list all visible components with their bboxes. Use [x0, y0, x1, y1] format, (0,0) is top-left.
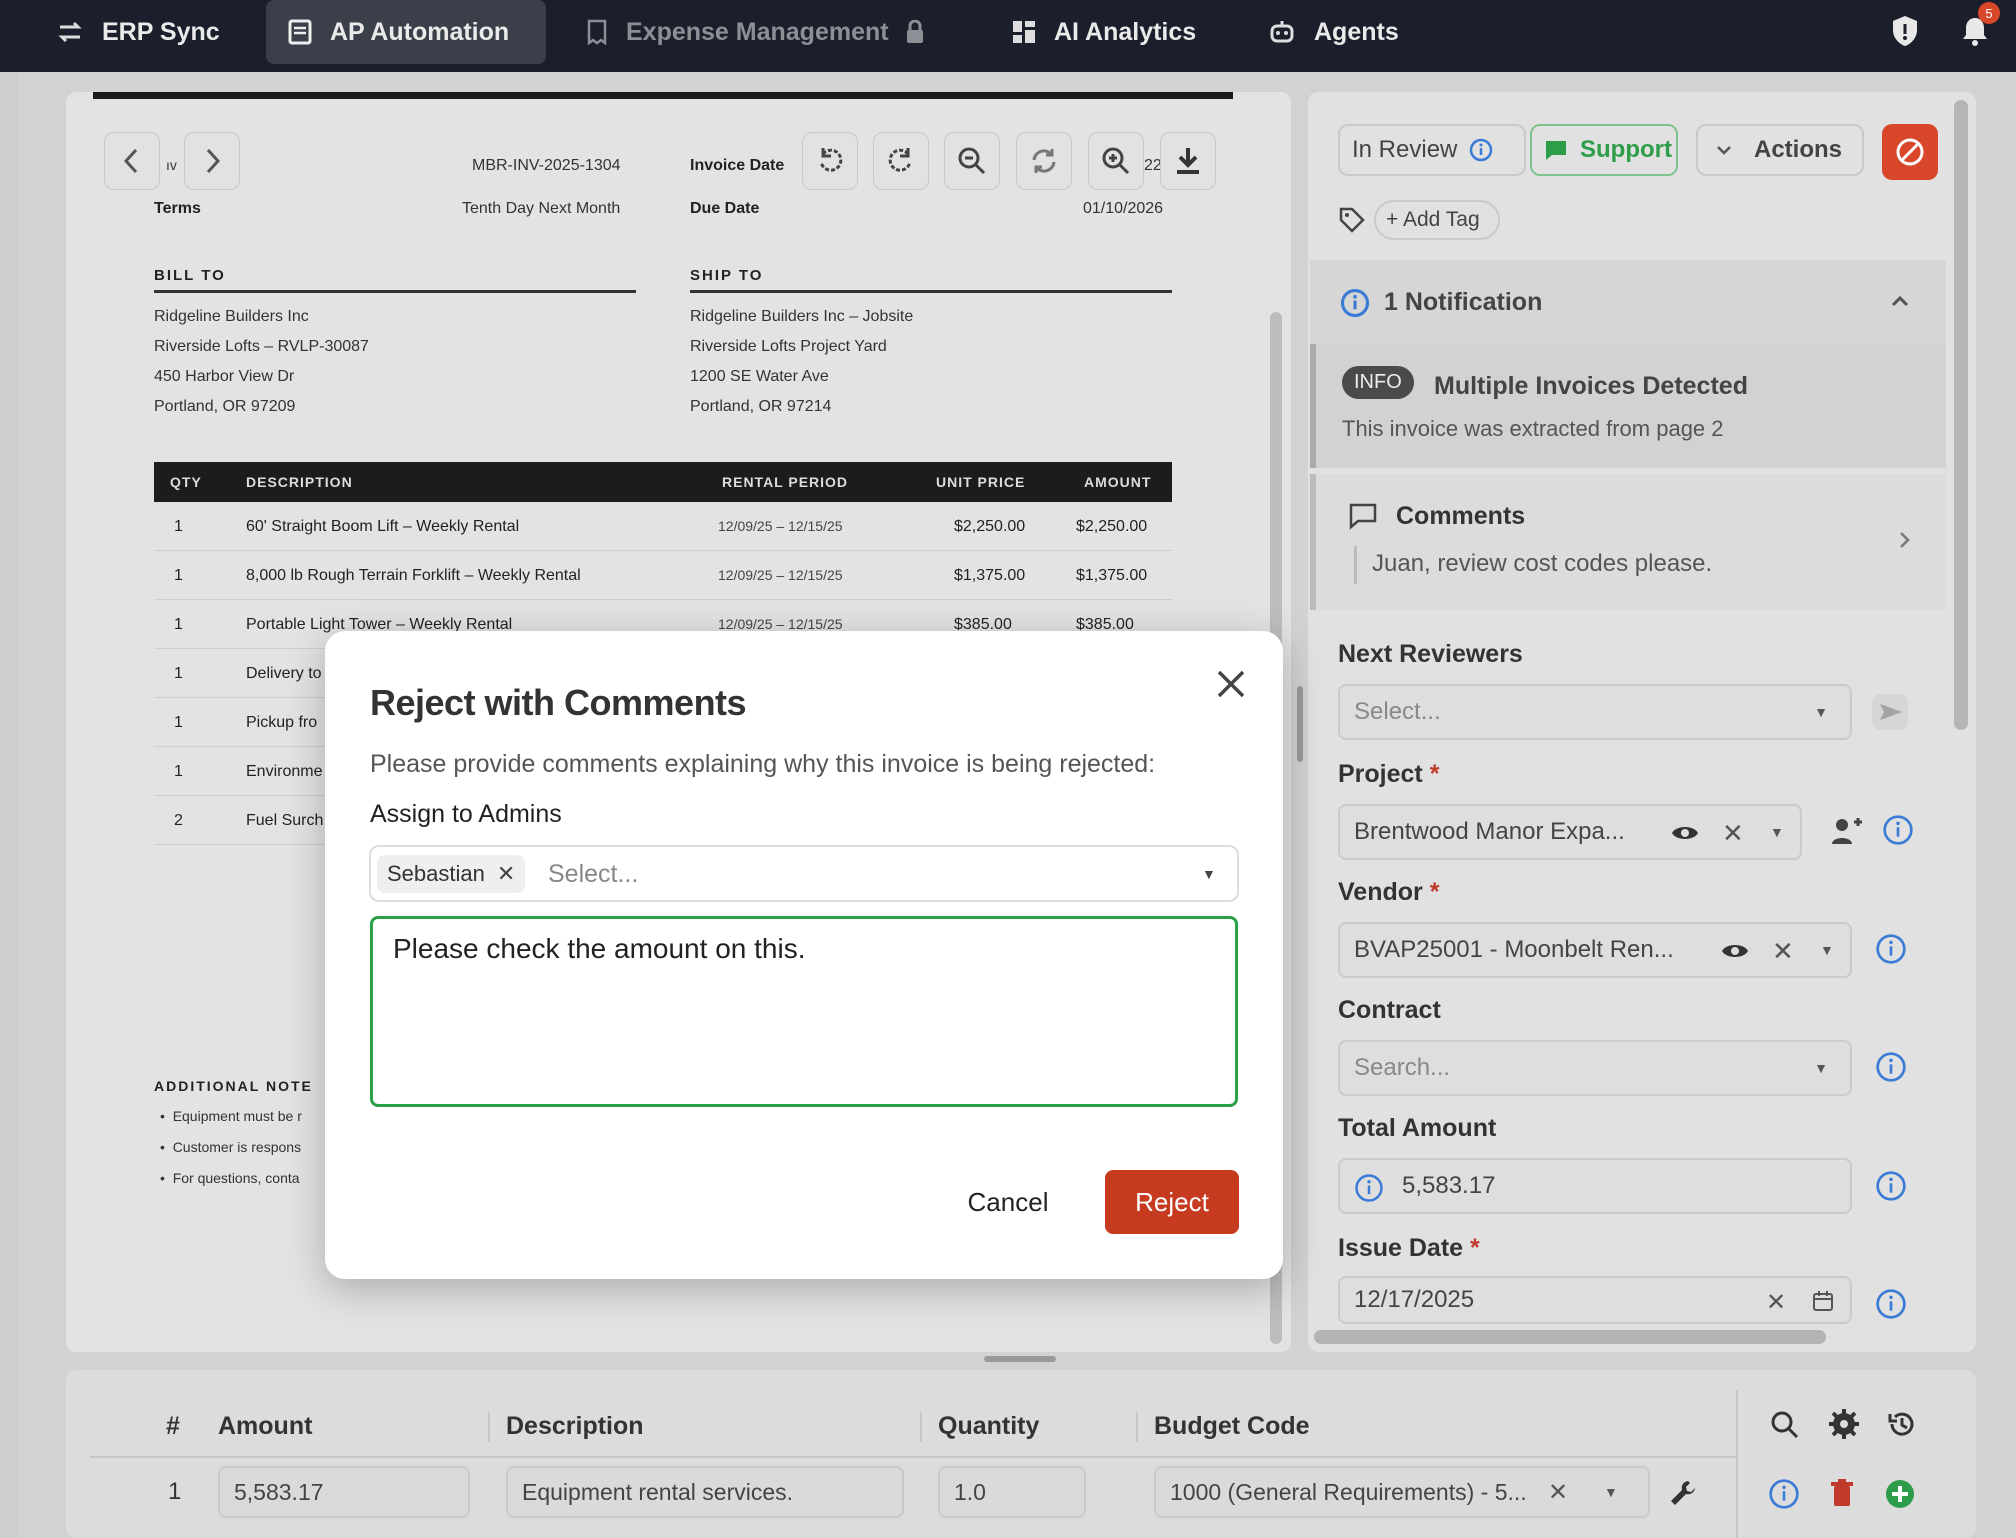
- caret-down-icon[interactable]: ▼: [1202, 866, 1216, 882]
- admin-chip-label: Sebastian: [387, 861, 485, 886]
- admin-chip: Sebastian ✕: [377, 855, 526, 893]
- assign-select-placeholder: Select...: [548, 860, 639, 888]
- reject-comment-textarea[interactable]: [370, 916, 1238, 1107]
- close-icon[interactable]: [1213, 666, 1249, 702]
- assign-admins-label: Assign to Admins: [370, 800, 562, 828]
- reject-button[interactable]: Reject: [1105, 1170, 1239, 1234]
- remove-chip-icon[interactable]: ✕: [497, 861, 515, 887]
- modal-description: Please provide comments explaining why t…: [370, 750, 1156, 778]
- modal-title: Reject with Comments: [370, 682, 747, 723]
- cancel-button[interactable]: Cancel: [946, 1170, 1070, 1234]
